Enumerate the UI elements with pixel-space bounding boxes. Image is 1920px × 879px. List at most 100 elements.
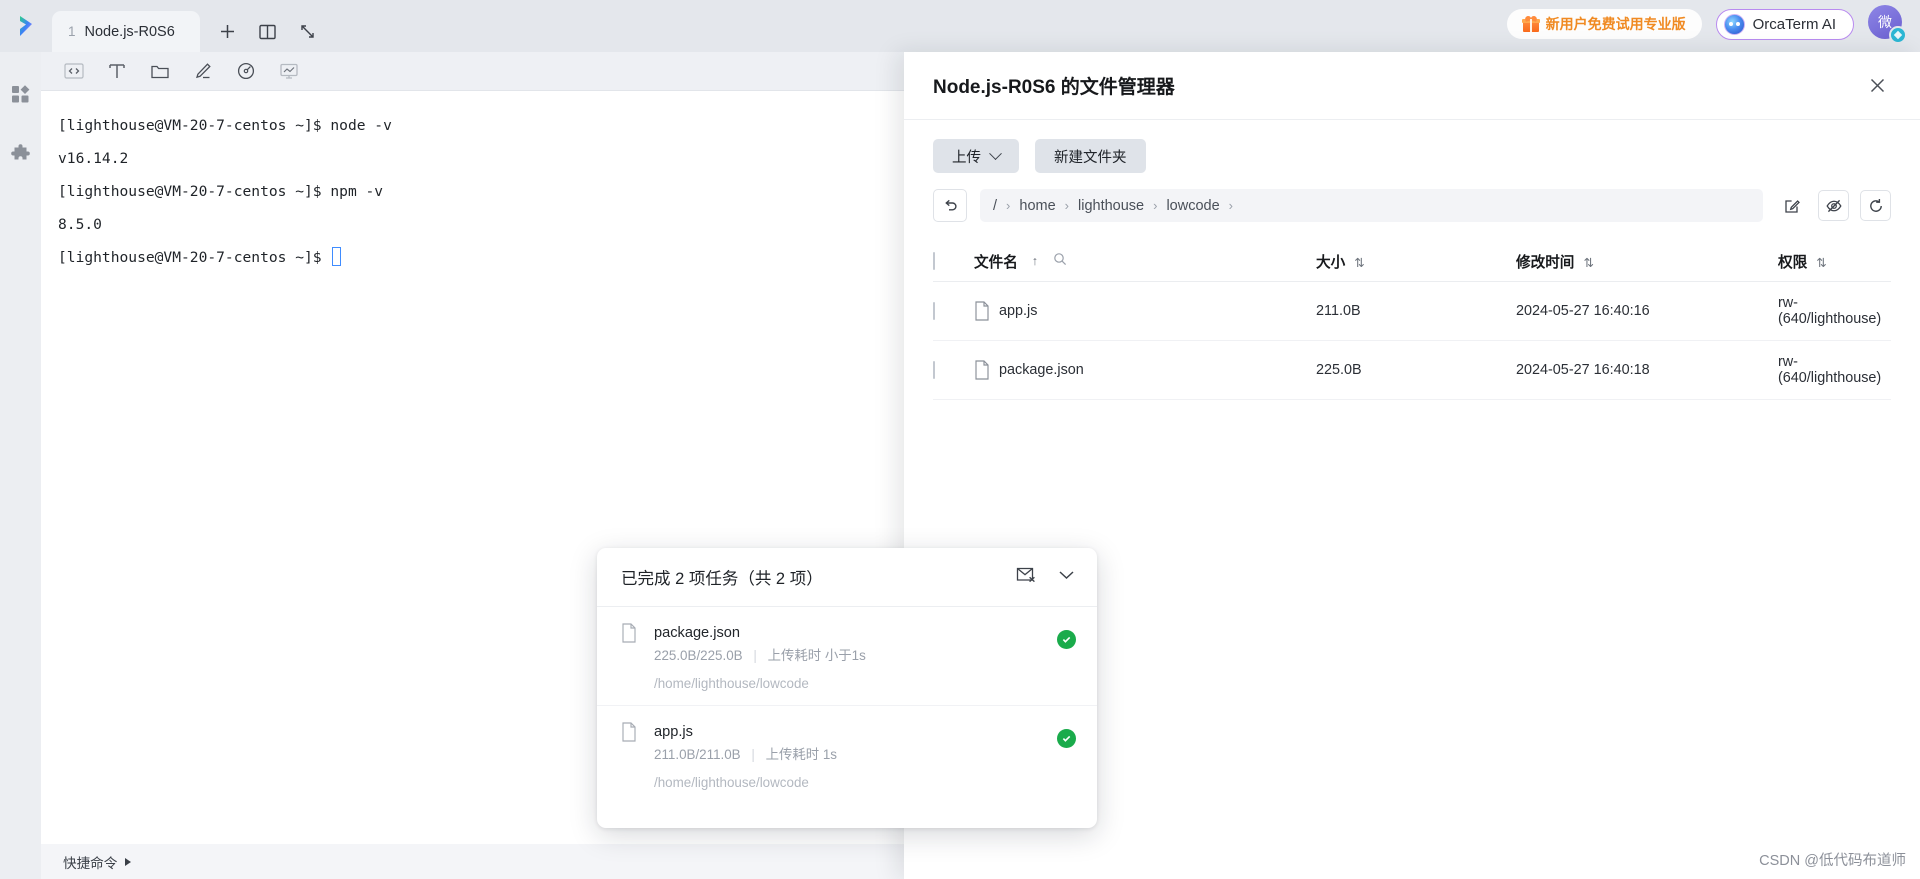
upload-item-meta: 211.0B/211.0B | 上传耗时 1s: [654, 745, 1057, 764]
column-header-name[interactable]: 文件名 ↑: [974, 251, 1316, 272]
breadcrumb-separator: ›: [1153, 198, 1158, 213]
user-avatar[interactable]: 微: [1868, 5, 1907, 44]
breadcrumb-separator: ›: [1006, 198, 1011, 213]
column-header-perm[interactable]: 权限 ⇅: [1778, 251, 1891, 272]
split-pane-button[interactable]: [250, 15, 284, 49]
upload-button-label: 上传: [952, 149, 981, 166]
table-row[interactable]: app.js 211.0B 2024-05-27 16:40:16 rw- (6…: [933, 282, 1891, 341]
promo-trial-button[interactable]: 新用户免费试用专业版: [1506, 9, 1702, 39]
new-folder-button-label: 新建文件夹: [1054, 149, 1127, 166]
sort-asc-icon[interactable]: ↑: [1032, 254, 1038, 268]
upload-item-duration: 上传耗时 小于1s: [767, 648, 866, 663]
upload-item-path: /home/lighthouse/lowcode: [654, 676, 809, 691]
close-glyph: [1870, 78, 1884, 93]
terminal-line: v16.14.2: [58, 150, 129, 167]
upload-item-progress: 225.0B/225.0B: [654, 648, 743, 663]
select-all-checkbox[interactable]: [933, 252, 935, 270]
orca-avatar-icon: [1723, 13, 1745, 35]
fullscreen-button[interactable]: [290, 15, 324, 49]
row-filename: app.js: [999, 303, 1038, 319]
orcaterm-ai-label: OrcaTerm AI: [1752, 15, 1836, 33]
hidden-files-eye-icon[interactable]: [1818, 190, 1849, 221]
upload-popup-controls: [1016, 566, 1076, 589]
navigate-back-button[interactable]: [933, 189, 967, 222]
edit-pencil-icon[interactable]: [191, 60, 214, 83]
close-icon[interactable]: [1862, 71, 1892, 101]
column-header-size[interactable]: 大小 ⇅: [1316, 251, 1516, 272]
edit-path-icon[interactable]: [1776, 190, 1807, 221]
file-manager-title: Node.js-R0S6 的文件管理器: [933, 77, 1175, 98]
code-icon[interactable]: [62, 60, 85, 83]
upload-item-body: package.json 225.0B/225.0B | 上传耗时 小于1s /…: [637, 623, 1057, 691]
orcaterm-ai-button[interactable]: OrcaTerm AI: [1715, 8, 1854, 40]
tab-controls: [200, 11, 334, 52]
row-checkbox[interactable]: [933, 361, 935, 379]
breadcrumb-separator: ›: [1064, 198, 1069, 213]
clear-tasks-icon[interactable]: [1016, 566, 1037, 589]
breadcrumb-item-home[interactable]: home: [1019, 198, 1055, 214]
top-right-actions: 新用户免费试用专业版 OrcaTerm AI 微: [1506, 0, 1920, 52]
pencil-glyph: [195, 63, 211, 79]
table-row[interactable]: package.json 225.0B 2024-05-27 16:40:18 …: [933, 341, 1891, 400]
tab-strip: 1 Node.js-R0S6: [52, 0, 334, 52]
new-folder-button[interactable]: 新建文件夹: [1035, 139, 1146, 173]
breadcrumb-separator: ›: [1228, 198, 1233, 213]
file-icon: [975, 301, 989, 321]
breadcrumb-item-lighthouse[interactable]: lighthouse: [1078, 198, 1144, 214]
upload-item: package.json 225.0B/225.0B | 上传耗时 小于1s /…: [597, 607, 1097, 706]
terminal-toolbar: [41, 52, 904, 91]
app-logo[interactable]: [0, 0, 52, 52]
upload-popup-title: 已完成 2 项任务（共 2 项）: [621, 570, 823, 588]
collapse-popup-icon[interactable]: [1057, 568, 1076, 586]
refresh-glyph: [1869, 198, 1882, 212]
meta-separator: |: [751, 747, 755, 762]
breadcrumb[interactable]: / › home › lighthouse › lowcode ›: [980, 189, 1763, 222]
text-format-icon[interactable]: [105, 60, 128, 83]
edit-square-glyph: [1784, 199, 1800, 213]
upload-item-name: package.json: [654, 625, 741, 641]
upload-item-body: app.js 211.0B/211.0B | 上传耗时 1s /home/lig…: [637, 722, 1057, 790]
apps-grid-icon[interactable]: [9, 82, 33, 106]
folder-icon[interactable]: [148, 60, 171, 83]
breadcrumb-item-root[interactable]: /: [993, 198, 997, 214]
orcaterm-logo-icon: [20, 16, 32, 36]
screen-chart-icon[interactable]: [277, 60, 300, 83]
sort-both-icon[interactable]: ⇅: [1354, 255, 1364, 270]
upload-item-path: /home/lighthouse/lowcode: [654, 775, 809, 790]
refresh-icon[interactable]: [1860, 190, 1891, 221]
gauge-monitor-icon[interactable]: [234, 60, 257, 83]
chevron-down-glyph: [1059, 571, 1074, 580]
row-mtime: 2024-05-27 16:40:16: [1516, 303, 1650, 319]
puzzle-plugin-icon[interactable]: [9, 143, 33, 167]
folder-glyph: [150, 65, 169, 79]
sort-both-icon[interactable]: ⇅: [1583, 255, 1593, 270]
upload-button[interactable]: 上传: [933, 139, 1019, 173]
search-icon[interactable]: [1053, 252, 1067, 270]
breadcrumb-item-lowcode[interactable]: lowcode: [1166, 198, 1219, 214]
new-tab-button[interactable]: [210, 15, 244, 49]
terminal-line: [lighthouse@VM-20-7-centos ~]$ npm -v: [58, 183, 384, 200]
sort-both-icon[interactable]: ⇅: [1816, 255, 1826, 270]
upload-progress-popup: 已完成 2 项任务（共 2 项） package.json 225.0B/225…: [597, 548, 1097, 828]
magnifier-glyph: [1054, 253, 1067, 266]
triangle-right-icon: [125, 857, 132, 866]
breadcrumb-bar: / › home › lighthouse › lowcode ›: [904, 173, 1920, 222]
row-checkbox[interactable]: [933, 302, 935, 320]
select-all-cell: [933, 252, 974, 270]
column-label-mtime: 修改时间: [1516, 254, 1575, 271]
upload-item: app.js 211.0B/211.0B | 上传耗时 1s /home/lig…: [597, 706, 1097, 804]
check-glyph: [1062, 636, 1071, 643]
row-size: 211.0B: [1316, 303, 1361, 319]
upload-item-name: app.js: [654, 724, 693, 740]
row-filename: package.json: [999, 362, 1084, 378]
terminal-tab[interactable]: 1 Node.js-R0S6: [52, 11, 200, 52]
wechat-glyph: [1893, 30, 1903, 40]
row-select-cell: [933, 361, 974, 379]
row-perm: rw- (640/lighthouse): [1778, 354, 1882, 386]
top-bar: 1 Node.js-R0S6 新用户免费试用专业版 OrcaTerm AI 微: [0, 0, 1920, 52]
row-select-cell: [933, 302, 974, 320]
column-header-mtime[interactable]: 修改时间 ⇅: [1516, 251, 1778, 272]
row-perm: rw- (640/lighthouse): [1778, 295, 1882, 327]
quick-commands-bar[interactable]: 快捷命令: [41, 844, 904, 879]
eye-slash-glyph: [1825, 199, 1842, 212]
